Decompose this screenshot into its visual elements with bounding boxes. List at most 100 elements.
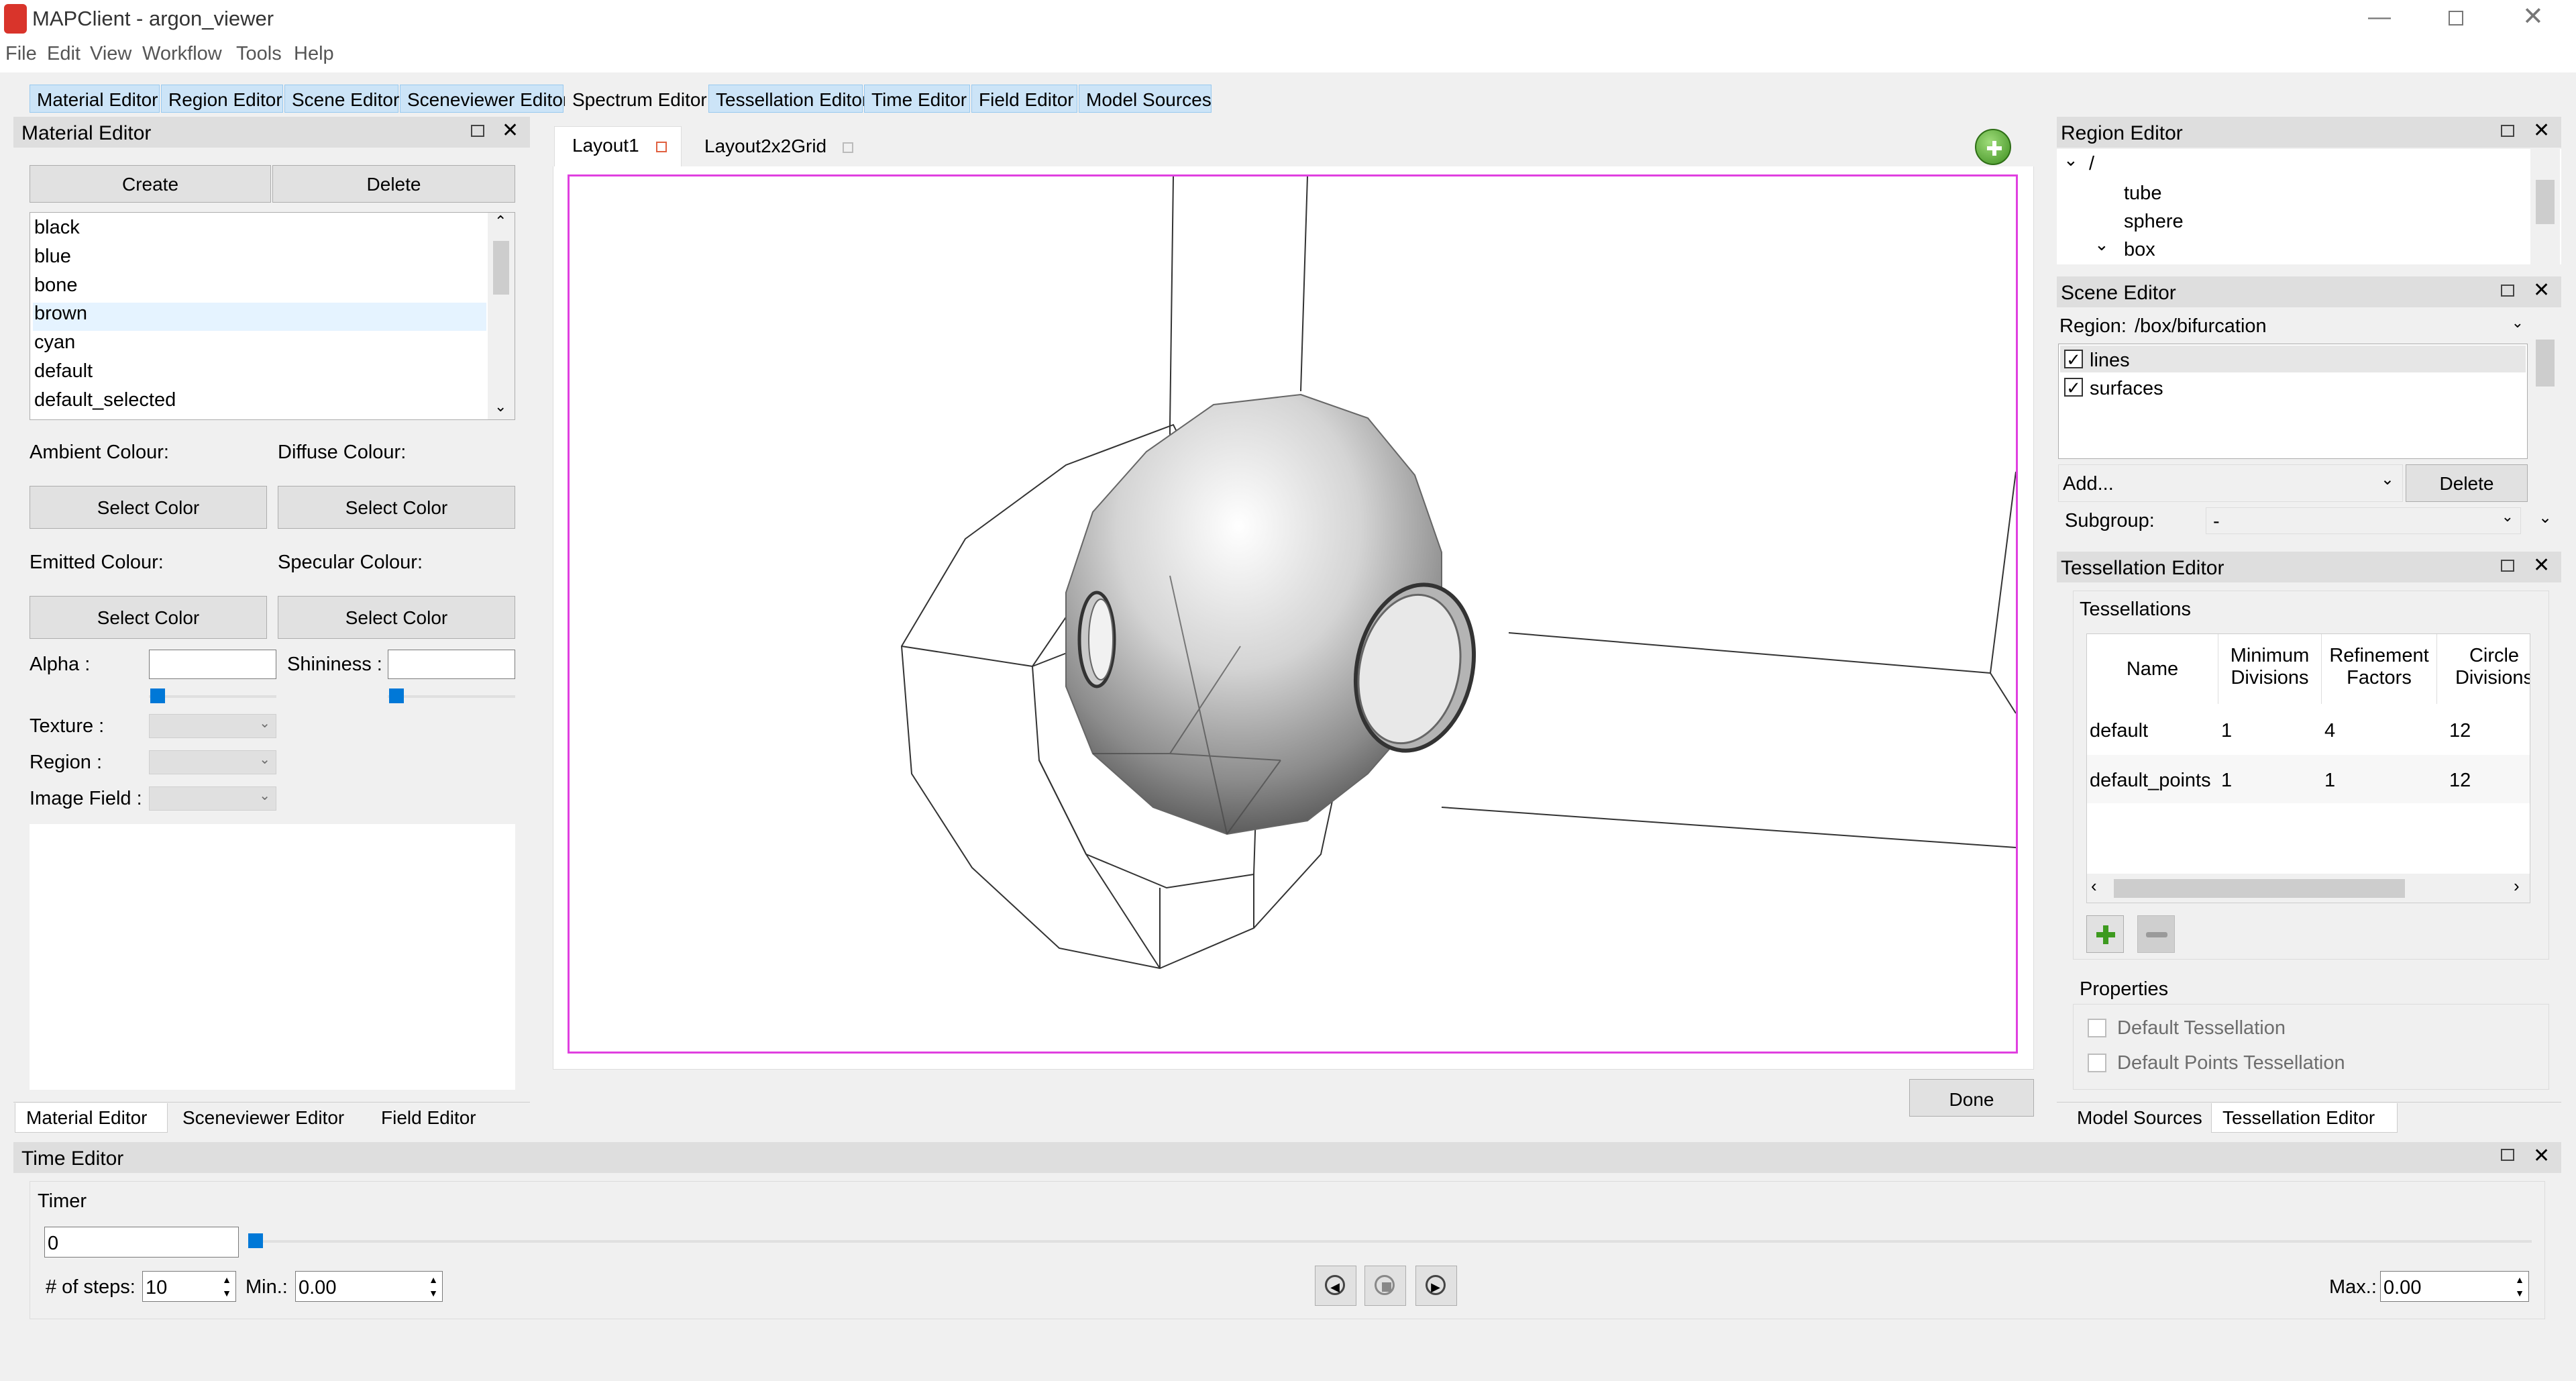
tab-close-icon[interactable]: [842, 142, 853, 153]
specular-select-color-button[interactable]: Select Color: [278, 596, 515, 639]
region-combo[interactable]: ⌄: [149, 750, 276, 774]
list-item[interactable]: ✓ lines: [2060, 346, 2526, 372]
float-panel-icon[interactable]: [2501, 560, 2514, 572]
region-tree[interactable]: ⌄ / tube sphere ⌄ box: [2057, 149, 2561, 264]
tab-sceneviewer-editor[interactable]: Sceneviewer Editor: [172, 1103, 355, 1133]
scene-viewport[interactable]: [568, 174, 2018, 1054]
remove-tessellation-icon[interactable]: [2137, 915, 2175, 953]
chevron-down-icon[interactable]: ⌄: [2094, 234, 2109, 255]
list-item[interactable]: black: [33, 217, 486, 245]
create-material-button[interactable]: Create: [30, 165, 271, 203]
minimize-icon[interactable]: —: [2368, 4, 2391, 30]
menu-workflow[interactable]: Workflow: [142, 43, 222, 65]
ambient-select-color-button[interactable]: Select Color: [30, 486, 267, 529]
tree-item-sphere[interactable]: sphere: [2124, 211, 2184, 233]
tessellation-table[interactable]: Name Minimum Divisions Refinement Factor…: [2086, 633, 2530, 875]
table-cell[interactable]: 12: [2449, 720, 2471, 742]
top-tab-region-editor[interactable]: Region Editor: [161, 85, 283, 113]
scene-editor-scrollbar[interactable]: ⌄: [2530, 310, 2560, 538]
float-panel-icon[interactable]: [2501, 285, 2514, 297]
table-cell[interactable]: 1: [2324, 770, 2335, 792]
alpha-slider-handle[interactable]: [150, 688, 165, 703]
min-spinbox[interactable]: 0.00 ▲ ▼: [295, 1271, 443, 1302]
add-tessellation-icon[interactable]: [2086, 915, 2124, 953]
column-header[interactable]: Minimum Divisions: [2218, 634, 2322, 704]
list-item[interactable]: bone: [33, 274, 486, 303]
subgroup-combo[interactable]: - ⌄: [2206, 507, 2521, 534]
table-cell[interactable]: 1: [2221, 720, 2232, 742]
table-h-scrollbar[interactable]: ‹ ›: [2086, 874, 2530, 903]
surfaces-checkbox[interactable]: ✓: [2064, 378, 2083, 397]
play-backward-button[interactable]: ◀: [1315, 1266, 1356, 1306]
float-panel-icon[interactable]: [2501, 125, 2514, 137]
list-item-selected[interactable]: brown: [33, 303, 486, 331]
close-window-icon[interactable]: ✕: [2522, 3, 2544, 32]
tab-field-editor[interactable]: Field Editor: [370, 1103, 487, 1133]
default-tessellation-checkbox[interactable]: [2088, 1019, 2106, 1037]
lines-checkbox[interactable]: ✓: [2064, 350, 2083, 368]
tree-item-root[interactable]: /: [2089, 153, 2094, 175]
float-panel-icon[interactable]: [2501, 1149, 2514, 1161]
delete-material-button[interactable]: Delete: [272, 165, 515, 203]
restore-icon[interactable]: [2449, 11, 2463, 25]
top-tab-tessellation-editor[interactable]: Tessellation Editor: [708, 85, 868, 113]
close-panel-icon[interactable]: ✕: [2533, 279, 2550, 303]
emitted-select-color-button[interactable]: Select Color: [30, 596, 267, 639]
close-panel-icon[interactable]: ✕: [502, 119, 519, 143]
scroll-right-icon[interactable]: ›: [2514, 876, 2520, 897]
add-layout-icon[interactable]: [1975, 129, 2011, 165]
max-spinbox[interactable]: 0.00 ▲ ▼: [2380, 1271, 2529, 1302]
material-list[interactable]: black blue bone brown cyan default defau…: [30, 212, 515, 420]
top-tab-model-sources[interactable]: Model Sources: [1079, 85, 1212, 113]
scroll-thumb[interactable]: [493, 241, 509, 295]
spin-arrows-icon[interactable]: ▲ ▼: [2515, 1273, 2524, 1300]
table-cell[interactable]: default_points: [2090, 770, 2211, 792]
menu-help[interactable]: Help: [294, 43, 334, 65]
list-item[interactable]: default_selected: [33, 389, 486, 417]
table-cell[interactable]: 4: [2324, 720, 2335, 742]
tab-material-editor[interactable]: Material Editor: [15, 1103, 168, 1133]
tab-layout1[interactable]: Layout1: [554, 126, 682, 166]
shininess-slider-handle[interactable]: [389, 688, 404, 703]
close-panel-icon[interactable]: ✕: [2533, 1145, 2550, 1168]
scroll-down-icon[interactable]: ⌄: [494, 398, 506, 415]
top-tab-time-editor[interactable]: Time Editor: [864, 85, 970, 113]
tree-item-tube[interactable]: tube: [2124, 183, 2161, 205]
tab-tessellation-editor[interactable]: Tessellation Editor: [2211, 1103, 2398, 1133]
texture-combo[interactable]: ⌄: [149, 714, 276, 738]
diffuse-select-color-button[interactable]: Select Color: [278, 486, 515, 529]
close-panel-icon[interactable]: ✕: [2533, 119, 2550, 143]
top-tab-spectrum-editor[interactable]: Spectrum Editor: [565, 85, 707, 113]
table-cell[interactable]: 12: [2449, 770, 2471, 792]
alpha-input[interactable]: [149, 650, 276, 679]
menu-edit[interactable]: Edit: [47, 43, 80, 65]
timer-input[interactable]: 0: [44, 1227, 239, 1258]
steps-spinbox[interactable]: 10 ▲ ▼: [142, 1271, 236, 1302]
scroll-thumb[interactable]: [2114, 879, 2405, 898]
spin-arrows-icon[interactable]: ▲ ▼: [429, 1273, 438, 1300]
column-header[interactable]: Circle Divisions: [2437, 634, 2530, 704]
table-cell[interactable]: default: [2090, 720, 2148, 742]
float-panel-icon[interactable]: [471, 125, 484, 137]
menu-file[interactable]: File: [5, 43, 37, 65]
scroll-down-icon[interactable]: ⌄: [2538, 509, 2552, 527]
play-forward-button[interactable]: ▶: [1415, 1266, 1457, 1306]
done-button[interactable]: Done: [1909, 1079, 2034, 1117]
list-item[interactable]: blue: [33, 246, 486, 274]
list-item[interactable]: default: [33, 360, 486, 389]
top-tab-field-editor[interactable]: Field Editor: [971, 85, 1077, 113]
shininess-slider-track[interactable]: [388, 695, 515, 698]
stop-button[interactable]: [1364, 1266, 1406, 1306]
scroll-thumb[interactable]: [2536, 180, 2555, 224]
delete-graphics-button[interactable]: Delete: [2406, 464, 2528, 502]
list-item[interactable]: cyan: [33, 331, 486, 360]
column-header[interactable]: Refinement Factors: [2322, 634, 2437, 704]
add-graphics-combo[interactable]: Add... ⌄: [2058, 464, 2403, 502]
scene-region-combo[interactable]: /box/bifurcation ⌄: [2128, 311, 2530, 341]
scroll-thumb[interactable]: [2536, 340, 2555, 387]
alpha-slider-track[interactable]: [149, 695, 276, 698]
tab-model-sources[interactable]: Model Sources: [2066, 1103, 2213, 1133]
timer-slider-handle[interactable]: [248, 1233, 263, 1248]
column-header[interactable]: Name: [2087, 634, 2218, 704]
menu-view[interactable]: View: [90, 43, 131, 65]
